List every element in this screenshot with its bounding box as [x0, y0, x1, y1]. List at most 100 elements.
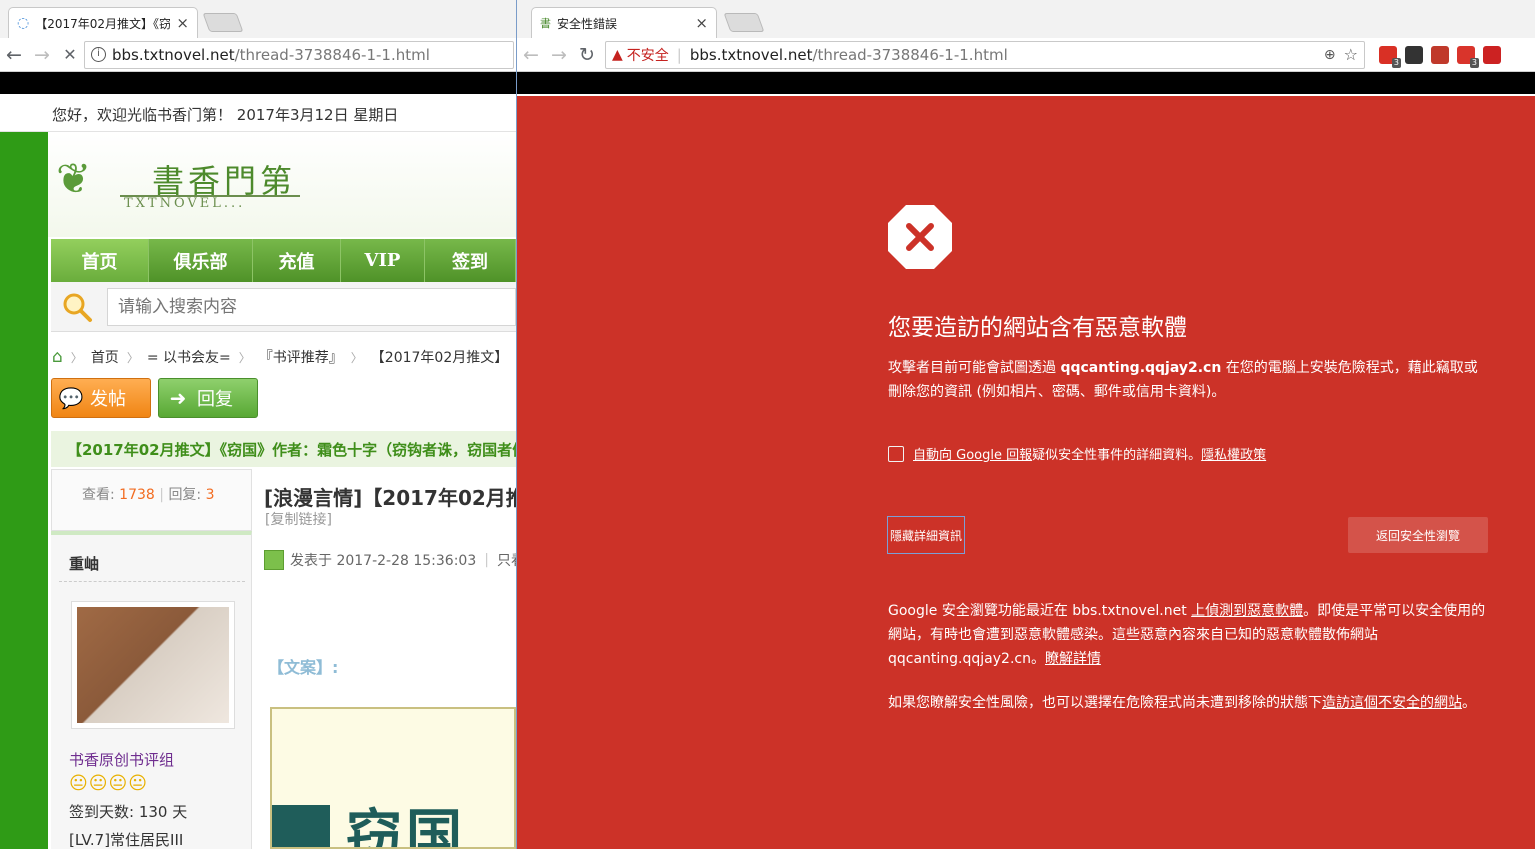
breadcrumb-thread[interactable]: 【2017年02月推文】 [371, 347, 508, 367]
author-name[interactable]: 重岫 [69, 553, 99, 574]
report-link[interactable]: 自動向 Google 回報 [913, 444, 1032, 463]
browser-toolbar: ← → ↻ ▲ 不安全 | bbs.txtnovel.net/thread-37… [517, 38, 1535, 72]
stop-button[interactable]: ✕ [56, 45, 84, 64]
details-text-pre: Google 安全瀏覽功能最近在 bbs.txtnovel.net [888, 603, 1192, 619]
cover-block [272, 805, 330, 847]
copy-link[interactable]: [复制链接] [265, 509, 332, 529]
forward-button[interactable]: → [545, 44, 573, 66]
speech-bubble-icon: 💬 [58, 386, 84, 410]
new-post-label: 发帖 [90, 389, 126, 410]
author-panel: 重岫 书香原创书评组 😐😐😐😐 签到天数: 130 天 [LV.7]常住居民II… [51, 531, 252, 849]
replies-label: 回复: [168, 487, 202, 503]
thread-stats: 查看: 1738 | 回复: 3 [51, 469, 252, 531]
meta-separator: | [484, 552, 489, 568]
back-button[interactable]: ← [517, 44, 545, 66]
post-title: [浪漫言情]【2017年02月推 [264, 486, 516, 510]
learn-more-link[interactable]: 瞭解詳情 [1045, 651, 1101, 667]
privacy-policy-link[interactable]: 隱私權政策 [1201, 444, 1266, 463]
avatar[interactable] [71, 601, 235, 729]
info-icon[interactable]: i [91, 47, 106, 62]
logo-english: TXTNOVEL... [124, 196, 246, 211]
section-label: 【文案】: [268, 658, 339, 677]
views-label: 查看: [82, 487, 115, 503]
user-group[interactable]: 书香原创书评组 [69, 749, 174, 770]
warning-triangle-icon: ▲ [612, 46, 623, 63]
forward-button[interactable]: → [28, 44, 56, 66]
back-to-safety-button[interactable]: 返回安全性瀏覽 [1348, 517, 1488, 553]
new-tab-button[interactable] [723, 13, 765, 32]
extension-book-icon[interactable] [1483, 45, 1501, 64]
arrow-right-icon: ➜ [169, 386, 187, 410]
extension-shield-icon[interactable] [1431, 45, 1449, 64]
proceed-text-pre: 如果您瞭解安全性風險，也可以選擇在危險程式尚未遭到移除的狀態下 [888, 695, 1322, 711]
extension-red-icon[interactable]: 3 [1379, 45, 1401, 68]
detected-malware-link[interactable]: 上偵測到惡意軟體 [1191, 603, 1303, 619]
proceed-unsafe-link[interactable]: 造訪這個不安全的網站 [1322, 695, 1462, 711]
warning-description: 攻擊者目前可能會試圖透過 qqcanting.qqjay2.cn 在您的電腦上安… [888, 356, 1488, 404]
page-content: ❦ 書香門第 TXTNOVEL... 首页 俱乐部 充值 VIP 签到 请输入搜… [48, 132, 516, 849]
search-input[interactable] [107, 288, 516, 326]
malware-warning-icon [888, 205, 952, 269]
tab-strip: 書 安全性錯誤 × [517, 0, 1535, 38]
rank-icons: 😐😐😐😐 [69, 773, 149, 794]
thread-title: 【2017年02月推文】《窃国》作者：霜色十字（窃钩者诛，窃国者侯） [51, 431, 516, 467]
zoom-icon[interactable]: ⊕ [1324, 47, 1336, 63]
breadcrumb-forum[interactable]: = 以书会友= [147, 347, 231, 367]
url-path: /thread-3738846-1-1.html [234, 45, 430, 64]
extensions-area: 3 3 [1371, 45, 1501, 68]
breadcrumb-separator: 〉 [126, 350, 139, 365]
new-tab-button[interactable] [202, 13, 244, 32]
search-icon[interactable] [61, 291, 93, 323]
address-bar[interactable]: ▲ 不安全 | bbs.txtnovel.net/thread-3738846-… [605, 40, 1365, 69]
tab-close-icon[interactable]: × [176, 14, 189, 32]
nav-recharge[interactable]: 充值 [253, 239, 341, 282]
extension-dark-icon[interactable] [1405, 45, 1423, 64]
site-logo[interactable]: ❦ 書香門第 TXTNOVEL... [48, 132, 516, 237]
checkin-days: 签到天数: 130 天 [69, 803, 188, 821]
avatar-image [77, 607, 229, 723]
home-icon[interactable]: ⌂ [52, 347, 63, 367]
breadcrumb: ⌂ 〉 首页 〉 = 以书会友= 〉 『书评推荐』 〉 【2017年02月推文】 [52, 345, 516, 369]
url-host: bbs.txtnovel.net [112, 45, 235, 64]
black-bar [0, 72, 516, 94]
reply-label: 回复 [197, 389, 233, 410]
breadcrumb-board[interactable]: 『书评推荐』 [259, 347, 343, 367]
hide-details-button[interactable]: 隱藏詳細資訊 [887, 516, 966, 554]
nav-home[interactable]: 首页 [51, 239, 149, 282]
reload-button[interactable]: ↻ [573, 44, 601, 66]
breadcrumb-separator: 〉 [70, 350, 83, 365]
breadcrumb-separator: 〉 [238, 350, 251, 365]
breadcrumb-home[interactable]: 首页 [91, 347, 119, 367]
tab-forum-thread[interactable]: ◌ 【2017年02月推文】《窃 × [8, 7, 198, 38]
report-text: 疑似安全性事件的詳細資料。 [1032, 448, 1202, 463]
url-path: /thread-3738846-1-1.html [812, 45, 1008, 64]
tab-close-icon[interactable]: × [695, 14, 708, 32]
nav-club[interactable]: 俱乐部 [149, 239, 253, 282]
tab-title: 安全性錯誤 [557, 16, 618, 31]
side-stripe [0, 132, 48, 849]
book-cover-image: 窃国 [270, 707, 516, 849]
browser-toolbar: ← → ✕ i bbs.txtnovel.net/thread-3738846-… [0, 38, 516, 72]
user-level: [LV.7]常住居民III [69, 831, 184, 849]
report-checkbox[interactable] [888, 445, 904, 462]
tab-strip: ◌ 【2017年02月推文】《窃 × [0, 0, 516, 38]
adblock-icon[interactable]: 3 [1457, 45, 1479, 68]
reply-button[interactable]: ➜ 回复 [158, 378, 258, 418]
left-browser-window: ◌ 【2017年02月推文】《窃 × ← → ✕ i bbs.txtnovel.… [0, 0, 516, 849]
tab-security-error[interactable]: 書 安全性錯誤 × [531, 7, 717, 38]
malware-host: qqcanting.qqjay2.cn [1060, 360, 1222, 376]
new-post-button[interactable]: 💬 发帖 [51, 378, 151, 418]
only-author-link[interactable]: 只看 [497, 550, 516, 570]
nav-vip[interactable]: VIP [341, 239, 425, 282]
main-nav: 首页 俱乐部 充值 VIP 签到 [51, 239, 516, 282]
replies-count: 3 [205, 487, 215, 503]
malware-interstitial: 您要造訪的網站含有惡意軟體 攻擊者目前可能會試圖透過 qqcanting.qqj… [517, 96, 1535, 849]
insecure-label: 不安全 [626, 47, 669, 64]
proceed-paragraph: 如果您瞭解安全性風險，也可以選擇在危險程式尚未遭到移除的狀態下造訪這個不安全的網… [888, 691, 1498, 715]
address-bar[interactable]: i bbs.txtnovel.net/thread-3738846-1-1.ht… [84, 40, 514, 69]
bookmark-star-icon[interactable]: ☆ [1344, 45, 1358, 64]
back-button[interactable]: ← [0, 44, 28, 66]
details-paragraph: Google 安全瀏覽功能最近在 bbs.txtnovel.net 上偵測到惡意… [888, 599, 1498, 671]
right-browser-window: 書 安全性錯誤 × ← → ↻ ▲ 不安全 | bbs.txtnovel.net… [516, 0, 1535, 849]
nav-checkin[interactable]: 签到 [425, 239, 516, 282]
